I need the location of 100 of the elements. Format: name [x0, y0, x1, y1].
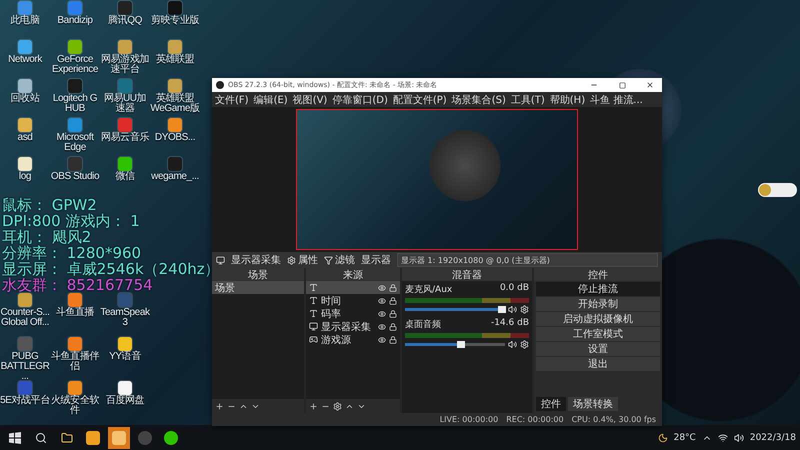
- overlay-text: 分辨率： 1280*960: [2, 244, 142, 260]
- rec-time: REC: 00:00:00: [506, 415, 564, 424]
- logo-icon: [216, 81, 224, 89]
- volume-reading: -14.6 dB: [490, 318, 529, 330]
- eye-icon[interactable]: [378, 322, 386, 330]
- speaker-icon[interactable]: [508, 305, 517, 314]
- control-button[interactable]: 启动虚拟摄像机: [536, 312, 660, 326]
- search-icon: [35, 432, 47, 444]
- speaker-icon[interactable]: [734, 432, 744, 442]
- icon-label: GeForce Experience: [50, 55, 100, 75]
- eye-icon[interactable]: [378, 284, 386, 292]
- app-icon[interactable]: [68, 381, 82, 395]
- volume-slider[interactable]: [405, 341, 505, 348]
- icon-label: 网易UU加速器: [102, 94, 148, 114]
- source-item[interactable]: 码率: [306, 307, 400, 320]
- close-icon: [646, 81, 654, 89]
- icon-label: 斗鱼直播: [54, 308, 96, 318]
- panel-header: 混音器: [402, 268, 532, 281]
- lock-icon[interactable]: [389, 310, 397, 318]
- menu-item[interactable]: 停靠窗口(D): [332, 92, 388, 106]
- channel-name: 麦克风/Aux: [405, 284, 452, 296]
- speaker-icon[interactable]: [508, 340, 517, 349]
- icon-label: DYOBS...: [154, 133, 196, 143]
- settings-icon[interactable]: [333, 402, 342, 410]
- icon-label: 腾讯QQ: [107, 16, 143, 26]
- settings-icon[interactable]: [520, 305, 529, 314]
- filter-icon: [324, 256, 333, 264]
- app-icon[interactable]: [18, 157, 32, 171]
- icon-label: 火绒安全软件: [50, 396, 100, 416]
- gamepad-icon: [309, 335, 318, 344]
- panel-header: 来源: [306, 268, 400, 281]
- windows-logo-icon: [9, 432, 21, 444]
- control-button[interactable]: 设置: [536, 342, 660, 356]
- icon-label: Microsoft Edge: [56, 133, 95, 153]
- eye-icon[interactable]: [378, 296, 386, 304]
- settings-icon[interactable]: [520, 340, 529, 349]
- icon-label: Bandizip: [56, 16, 94, 26]
- menu-item[interactable]: 斗鱼 推流...: [590, 92, 643, 106]
- icon-label: YY语音: [108, 352, 142, 362]
- source-item[interactable]: [306, 281, 400, 294]
- network-icon[interactable]: [718, 432, 728, 442]
- icon-label: asd: [16, 133, 34, 143]
- folder-icon: [61, 432, 73, 444]
- maximize-icon: [618, 82, 626, 88]
- app-icon[interactable]: [118, 381, 132, 395]
- icon-label: PUBG BATTLEGR...: [0, 352, 50, 382]
- eye-icon[interactable]: [378, 336, 386, 344]
- icon-label: 百度网盘: [104, 396, 146, 406]
- lock-icon[interactable]: [389, 296, 397, 304]
- monitor-dropdown[interactable]: 显示器 1: 1920x1080 @ 0,0 (主显示器): [397, 253, 658, 267]
- menu-item[interactable]: 配置文件(P): [392, 92, 447, 106]
- add-icon[interactable]: [309, 402, 318, 410]
- slider-thumb[interactable]: [457, 341, 465, 348]
- volume-reading: 0.0 dB: [500, 283, 529, 295]
- monitor-icon: [309, 322, 318, 331]
- add-icon[interactable]: [215, 402, 224, 410]
- menu-item[interactable]: 视图(V): [292, 92, 328, 106]
- icon-label: Counter-S... Global Off...: [0, 308, 50, 328]
- menu-item[interactable]: 帮助(H): [550, 92, 586, 106]
- overlay-text: 水友群： 852167754: [2, 276, 153, 292]
- overlay-text: 鼠标： GPW2: [2, 196, 97, 212]
- slider-thumb[interactable]: [498, 306, 506, 313]
- icon-label: Network: [7, 55, 44, 65]
- text-icon: [309, 296, 318, 305]
- overlay-text: 耳机： 飓风2: [2, 228, 92, 244]
- control-button[interactable]: 开始录制: [536, 297, 660, 311]
- monitor-label: 显示器: [361, 254, 391, 267]
- source-item[interactable]: 显示器采集: [306, 320, 400, 333]
- control-button[interactable]: 退出: [536, 357, 660, 371]
- menu-item[interactable]: 场景集合(S): [452, 92, 506, 106]
- dock-tab[interactable]: 场景转换: [568, 397, 618, 411]
- icon-label: 此电脑: [10, 16, 40, 26]
- source-item[interactable]: 游戏源: [306, 333, 400, 346]
- live-time: LIVE: 00:00:00: [440, 415, 498, 424]
- control-button[interactable]: 工作室模式: [536, 327, 660, 341]
- menu-item[interactable]: 工具(T): [510, 92, 545, 106]
- lock-icon[interactable]: [389, 336, 397, 344]
- volume-slider[interactable]: [405, 306, 505, 313]
- control-button[interactable]: 停止推流: [536, 282, 660, 296]
- menu-item[interactable]: 编辑(E): [254, 92, 288, 106]
- icon-label: 斗鱼直播伴侣: [50, 352, 100, 372]
- monitor-icon: [216, 256, 225, 264]
- panel-header: 场景: [212, 268, 304, 281]
- lock-icon[interactable]: [389, 284, 397, 292]
- filters-button[interactable]: 滤镜: [324, 253, 355, 267]
- icon-label: 网易游戏加速平台: [100, 55, 150, 75]
- properties-button[interactable]: 属性: [287, 253, 318, 267]
- app-icon[interactable]: [18, 118, 32, 132]
- icon-label: 5E对战平台: [0, 396, 50, 406]
- icon-label: log: [18, 172, 32, 182]
- scene-item[interactable]: 场景: [212, 281, 304, 294]
- settings-icon: [287, 256, 296, 264]
- lock-icon[interactable]: [389, 322, 397, 330]
- app-icon[interactable]: [118, 337, 132, 351]
- taskbar-app[interactable]: [108, 426, 130, 448]
- menu-item[interactable]: 文件(F): [215, 92, 249, 106]
- icon-label: 微信: [114, 172, 136, 182]
- source-item[interactable]: 时间: [306, 294, 400, 307]
- dock-tab[interactable]: 控件: [536, 397, 566, 411]
- eye-icon[interactable]: [378, 310, 386, 318]
